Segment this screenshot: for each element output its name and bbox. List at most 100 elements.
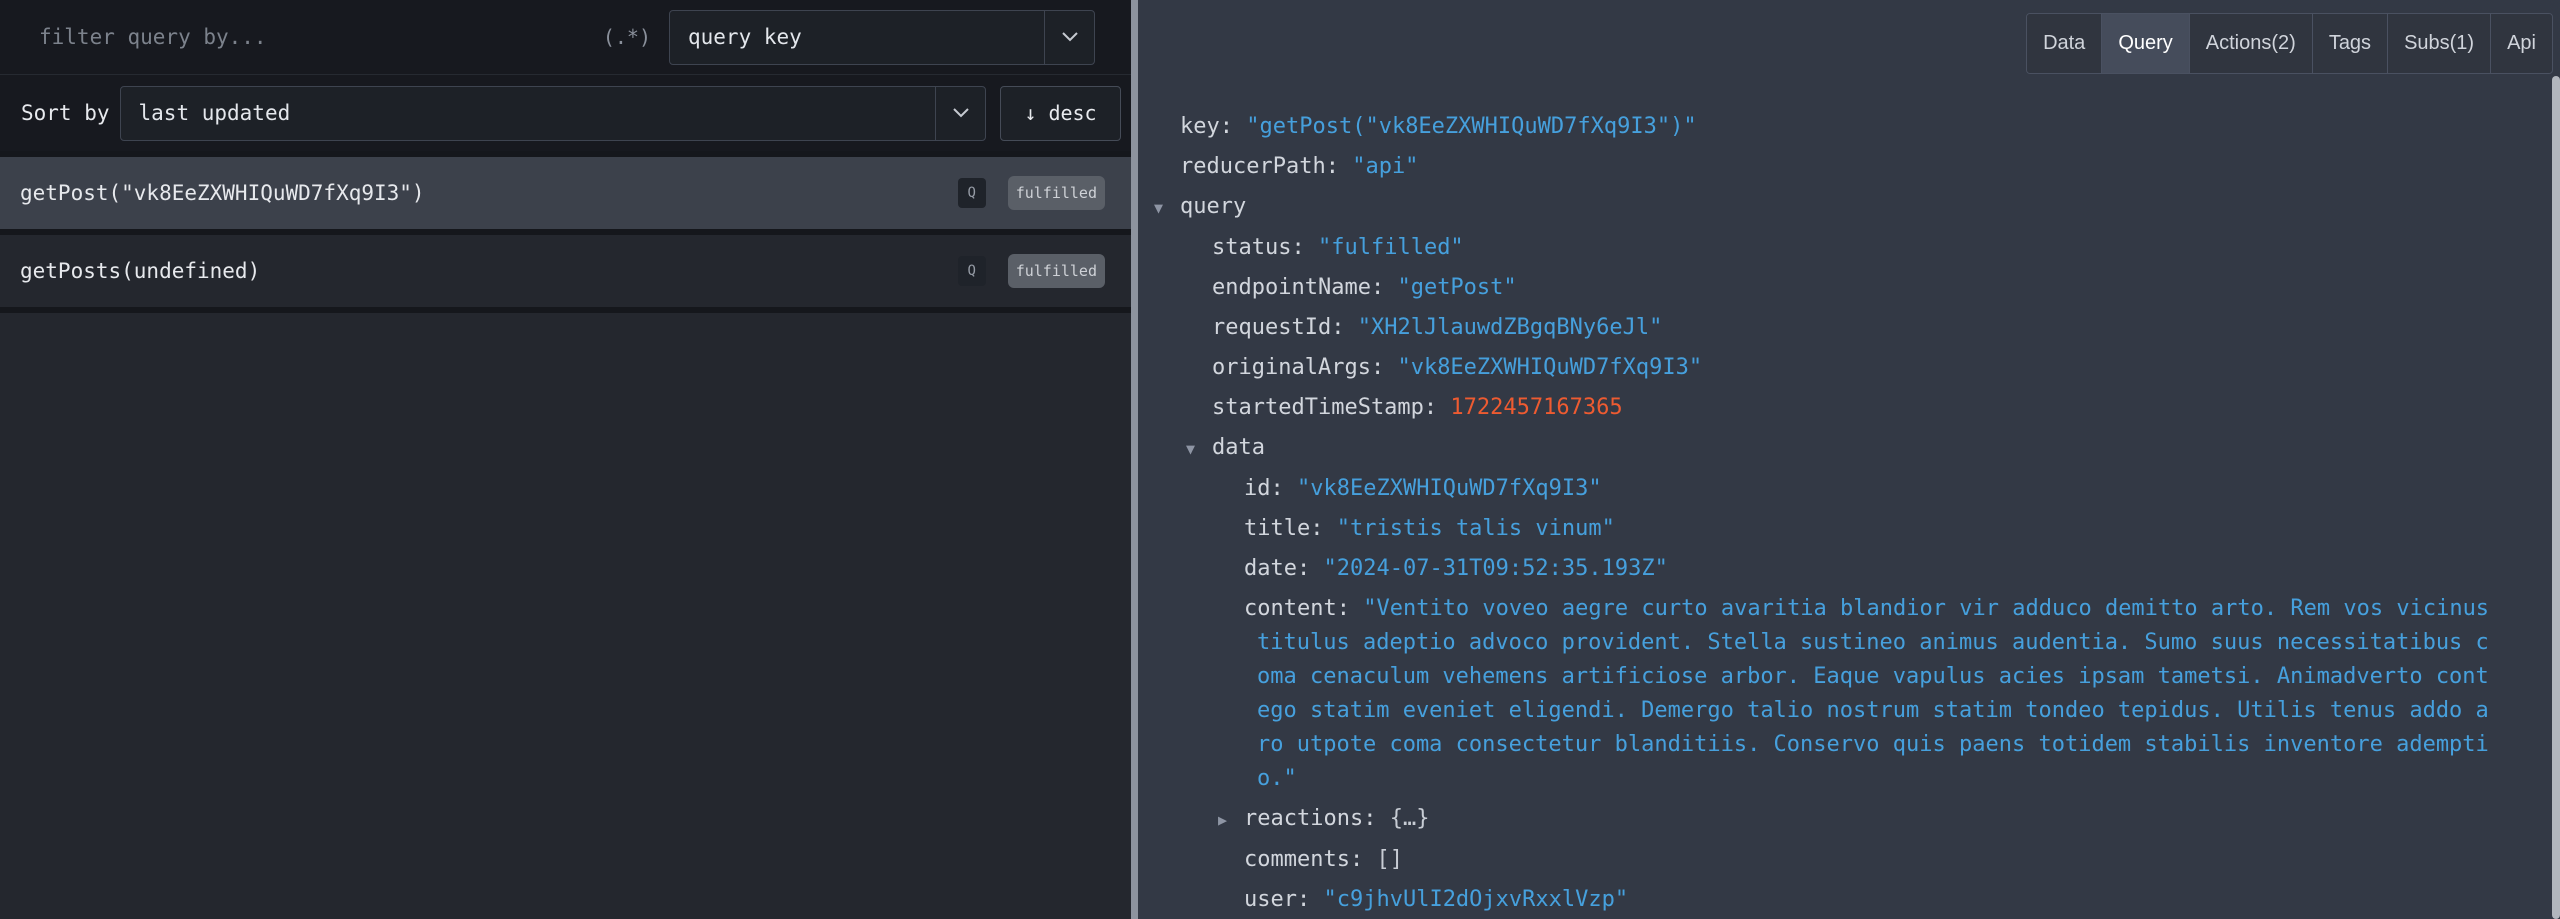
- tree-colon: :: [1291, 235, 1318, 260]
- tree-colon: :: [1297, 887, 1324, 912]
- tree-row-inner: status: "fulfilled": [1212, 235, 1464, 260]
- tree-key[interactable]: query: [1180, 194, 1246, 219]
- tree-row: ▼data: [1180, 428, 2530, 469]
- tree-key[interactable]: content: [1244, 596, 1337, 621]
- collapse-icon[interactable]: ▼: [1154, 191, 1180, 225]
- tree-key[interactable]: data: [1212, 435, 1265, 460]
- tree-key[interactable]: originalArgs: [1212, 355, 1371, 380]
- tree-colon: :: [1337, 596, 1364, 621]
- tree-value: "tristis talis vinum": [1337, 516, 1615, 541]
- tree-colon: :: [1297, 556, 1324, 581]
- tree-row-inner: startedTimeStamp: 1722457167365: [1212, 395, 1623, 420]
- tree-key[interactable]: status: [1212, 235, 1291, 260]
- tab-query[interactable]: Query: [2101, 14, 2188, 73]
- tree-row-inner: ▼query: [1180, 194, 1246, 219]
- tree-row: endpointName: "getPost": [1180, 268, 2530, 308]
- tree-row: comments: []: [1180, 840, 2530, 880]
- tree-key[interactable]: endpointName: [1212, 275, 1371, 300]
- tree-key[interactable]: date: [1244, 556, 1297, 581]
- tree-colon: :: [1424, 395, 1451, 420]
- tree-key[interactable]: title: [1244, 516, 1310, 541]
- tree-colon: :: [1350, 847, 1377, 872]
- tree-value: "XH2lJlauwdZBgqBNy6eJl": [1358, 315, 1663, 340]
- tree-row: title: "tristis talis vinum": [1180, 509, 2530, 549]
- query-type-badge: Q: [958, 256, 986, 286]
- tree-key[interactable]: comments: [1244, 847, 1350, 872]
- tree-row-inner: comments: []: [1244, 847, 1403, 872]
- tree-row-inner: content: "Ventito voveo aegre curto avar…: [1244, 592, 2497, 796]
- inspector-tabs: DataQueryActions(2)TagsSubs(1)Api: [2026, 13, 2553, 74]
- tree-row: originalArgs: "vk8EeZXWHIQuWD7fXq9I3": [1180, 348, 2530, 388]
- filter-field-value: query key: [670, 25, 1044, 49]
- query-badges: Q fulfilled: [958, 254, 1105, 288]
- tree-value: "vk8EeZXWHIQuWD7fXq9I3": [1397, 355, 1702, 380]
- query-badges: Q fulfilled: [958, 176, 1105, 210]
- tree-colon: :: [1371, 355, 1398, 380]
- sort-field-select[interactable]: last updated: [120, 86, 986, 141]
- tree-row-inner: date: "2024-07-31T09:52:35.193Z": [1244, 556, 1668, 581]
- collapse-icon[interactable]: ▼: [1186, 432, 1212, 466]
- sort-order-label: desc: [1048, 101, 1096, 125]
- tree-value: "api": [1352, 154, 1418, 179]
- tree-key[interactable]: key: [1180, 114, 1220, 139]
- tree-colon: :: [1220, 114, 1247, 139]
- tree-value: "c9jhvUlI2dOjxvRxxlVzp": [1323, 887, 1628, 912]
- tree-key[interactable]: reactions: [1244, 806, 1363, 831]
- status-badge: fulfilled: [1008, 254, 1105, 288]
- panel-resizer[interactable]: [1131, 0, 1138, 919]
- tree-colon: :: [1331, 315, 1358, 340]
- tree-row-inner: key: "getPost("vk8EeZXWHIQuWD7fXq9I3")": [1180, 114, 1697, 139]
- tree-value: "2024-07-31T09:52:35.193Z": [1323, 556, 1667, 581]
- tree-row: startedTimeStamp: 1722457167365: [1180, 388, 2530, 428]
- tree-key[interactable]: startedTimeStamp: [1212, 395, 1424, 420]
- tree-row: content: "Ventito voveo aegre curto avar…: [1180, 589, 2530, 799]
- regex-toggle[interactable]: (.*): [603, 25, 651, 49]
- chevron-down-icon: [1044, 11, 1094, 64]
- query-label: getPosts(undefined): [20, 259, 958, 283]
- tree-row: ▶reactions: {…}: [1180, 799, 2530, 840]
- filter-bar: (.*) query key: [0, 0, 1131, 75]
- tab-tags[interactable]: Tags: [2312, 14, 2387, 73]
- tree-row: status: "fulfilled": [1180, 228, 2530, 268]
- tree-value: "Ventito voveo aegre curto avaritia blan…: [1257, 596, 2502, 791]
- tree-value: []: [1376, 847, 1403, 872]
- tree-row-inner: ▶reactions: {…}: [1244, 806, 1429, 831]
- sort-order-button[interactable]: ↓ desc: [1000, 86, 1121, 141]
- tree-colon: :: [1326, 154, 1353, 179]
- tree-row-inner: title: "tristis talis vinum": [1244, 516, 1615, 541]
- expand-icon[interactable]: ▶: [1218, 803, 1244, 837]
- sort-bar: Sort by last updated ↓ desc: [0, 75, 1131, 151]
- tree-colon: :: [1371, 275, 1398, 300]
- tree-colon: :: [1271, 476, 1298, 501]
- tree-row-inner: user: "c9jhvUlI2dOjxvRxxlVzp": [1244, 887, 1628, 912]
- tree-key[interactable]: user: [1244, 887, 1297, 912]
- tree-value: "fulfilled": [1318, 235, 1464, 260]
- query-list-item[interactable]: getPost("vk8EeZXWHIQuWD7fXq9I3") Q fulfi…: [0, 157, 1131, 235]
- sort-by-label: Sort by: [21, 101, 110, 125]
- tree-value: "getPost("vk8EeZXWHIQuWD7fXq9I3")": [1246, 114, 1696, 139]
- filter-query-input[interactable]: [39, 25, 585, 49]
- tree-key[interactable]: id: [1244, 476, 1271, 501]
- scrollbar-thumb[interactable]: [2552, 76, 2560, 919]
- tree-row-inner: id: "vk8EeZXWHIQuWD7fXq9I3": [1244, 476, 1602, 501]
- tree-row-inner: originalArgs: "vk8EeZXWHIQuWD7fXq9I3": [1212, 355, 1702, 380]
- filter-field-select[interactable]: query key: [669, 10, 1095, 65]
- sort-field-value: last updated: [121, 101, 935, 125]
- tree-value: "vk8EeZXWHIQuWD7fXq9I3": [1297, 476, 1602, 501]
- tree-colon: :: [1310, 516, 1337, 541]
- tab-data[interactable]: Data: [2027, 14, 2101, 73]
- tree-key[interactable]: requestId: [1212, 315, 1331, 340]
- tab-actions2[interactable]: Actions(2): [2189, 14, 2312, 73]
- tree-row-inner: endpointName: "getPost": [1212, 275, 1517, 300]
- tree-row: requestId: "XH2lJlauwdZBgqBNy6eJl": [1180, 308, 2530, 348]
- query-list-panel: (.*) query key Sort by last updated ↓ de…: [0, 0, 1131, 919]
- tree-value: {…}: [1390, 806, 1430, 831]
- tree-row-inner: requestId: "XH2lJlauwdZBgqBNy6eJl": [1212, 315, 1662, 340]
- tab-api[interactable]: Api: [2490, 14, 2552, 73]
- query-list-item[interactable]: getPosts(undefined) Q fulfilled: [0, 235, 1131, 313]
- query-label: getPost("vk8EeZXWHIQuWD7fXq9I3"): [20, 181, 958, 205]
- query-type-badge: Q: [958, 178, 986, 208]
- tab-subs1[interactable]: Subs(1): [2387, 14, 2490, 73]
- query-list: getPost("vk8EeZXWHIQuWD7fXq9I3") Q fulfi…: [0, 151, 1131, 919]
- tree-key[interactable]: reducerPath: [1180, 154, 1326, 179]
